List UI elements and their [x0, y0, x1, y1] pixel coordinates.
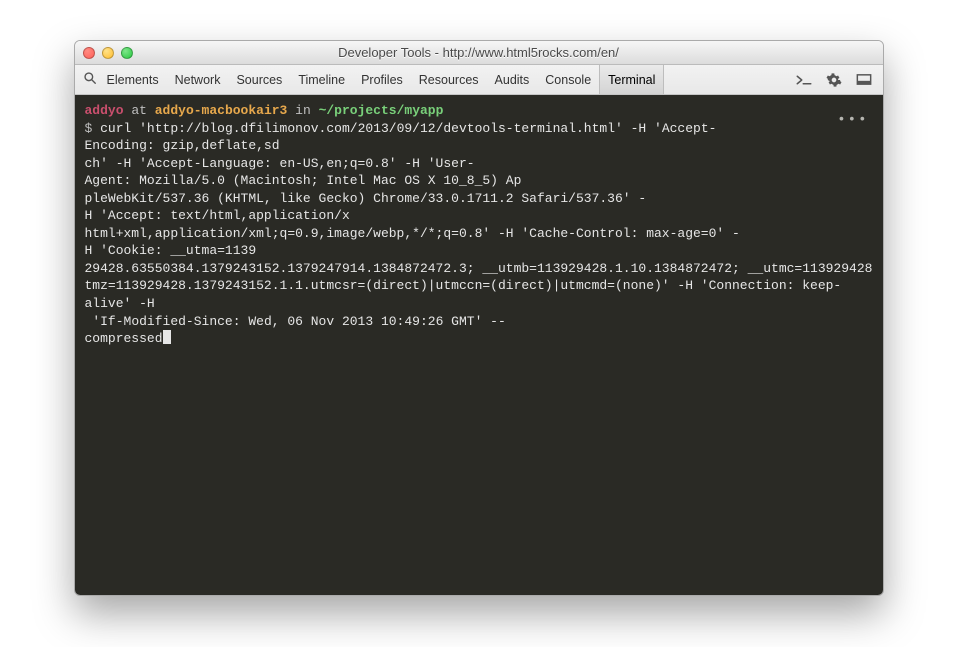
prompt-at: at [124, 103, 155, 118]
toolbar-right [791, 69, 877, 91]
tab-label: Elements [107, 73, 159, 87]
traffic-lights [83, 47, 133, 59]
console-drawer-icon[interactable] [791, 69, 817, 91]
tab-resources[interactable]: Resources [411, 65, 487, 94]
dock-icon[interactable] [851, 69, 877, 91]
tab-terminal[interactable]: Terminal [599, 65, 664, 94]
minimize-icon[interactable] [102, 47, 114, 59]
prompt-in: in [287, 103, 318, 118]
tab-elements[interactable]: Elements [99, 65, 167, 94]
tabs: Elements Network Sources Timeline Profiles Re… [99, 65, 665, 94]
tab-console[interactable]: Console [537, 65, 599, 94]
terminal-content: addyo at addyo-macbookair3 in ~/projects… [85, 102, 873, 348]
window-title: Developer Tools - http://www.html5rocks.… [75, 45, 883, 60]
prompt-user: addyo [85, 103, 124, 118]
tab-label: Sources [236, 73, 282, 87]
tab-label: Resources [419, 73, 479, 87]
gear-icon[interactable] [821, 69, 847, 91]
tab-label: Audits [495, 73, 530, 87]
tab-label: Console [545, 73, 591, 87]
tab-audits[interactable]: Audits [487, 65, 538, 94]
zoom-icon[interactable] [121, 47, 133, 59]
cursor-icon [163, 330, 171, 344]
tab-network[interactable]: Network [167, 65, 229, 94]
terminal-panel[interactable]: ••• addyo at addyo-macbookair3 in ~/proj… [75, 95, 883, 595]
tab-label: Timeline [298, 73, 345, 87]
prompt-path: ~/projects/myapp [319, 103, 444, 118]
close-icon[interactable] [83, 47, 95, 59]
more-icon[interactable]: ••• [837, 111, 868, 130]
tab-timeline[interactable]: Timeline [290, 65, 353, 94]
prompt-host: addyo-macbookair3 [155, 103, 288, 118]
tab-sources[interactable]: Sources [228, 65, 290, 94]
prompt-symbol: $ [85, 121, 93, 136]
tab-label: Network [175, 73, 221, 87]
toolbar: Elements Network Sources Timeline Profiles Re… [75, 65, 883, 95]
tab-label: Terminal [608, 73, 655, 87]
search-icon[interactable] [81, 71, 99, 88]
tab-label: Profiles [361, 73, 403, 87]
tab-profiles[interactable]: Profiles [353, 65, 411, 94]
titlebar: Developer Tools - http://www.html5rocks.… [75, 41, 883, 65]
terminal-command: curl 'http://blog.dfilimonov.com/2013/09… [85, 121, 873, 347]
devtools-window: Developer Tools - http://www.html5rocks.… [74, 40, 884, 596]
